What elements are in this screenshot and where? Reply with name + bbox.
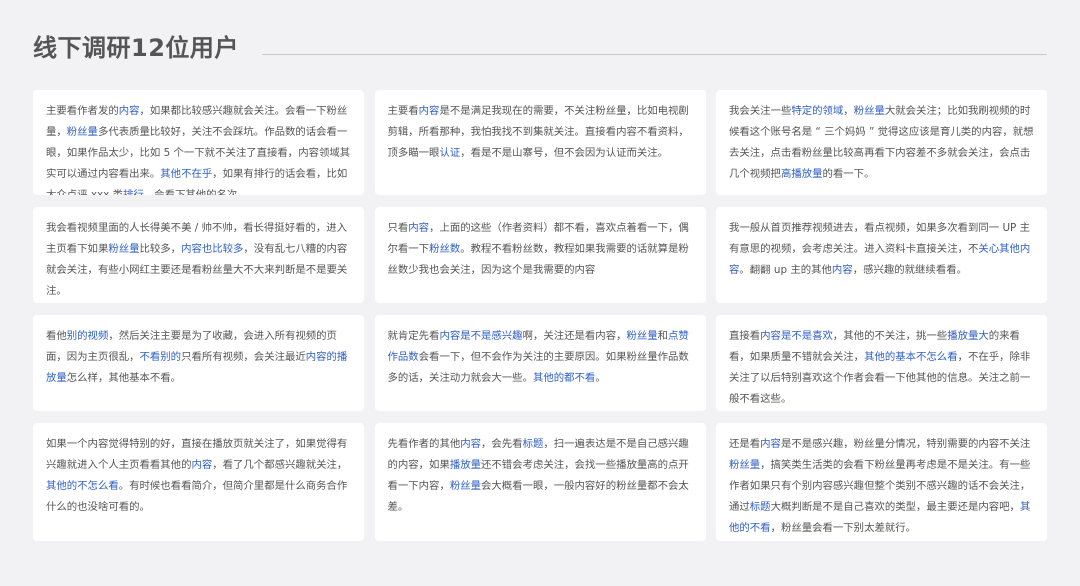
card-text: ，粉丝量会看一下别太差就行。: [770, 522, 917, 534]
highlighted-keyword: 粉丝量: [626, 330, 658, 342]
highlighted-keyword: 播放量: [449, 459, 482, 471]
interview-card: 还是看内容是不是感兴趣，粉丝量分情况，特别需要的内容不关注粉丝量，搞笑类生活类的…: [716, 423, 1047, 541]
highlighted-keyword: 标题: [749, 501, 771, 513]
highlighted-keyword: 粉丝数: [429, 243, 461, 255]
page-title: 线下调研12位用户: [33, 34, 239, 62]
highlighted-keyword: 认证: [439, 147, 461, 159]
card-text: 怎么样，其他基本不看。: [66, 372, 182, 384]
highlighted-keyword: 内容也比较多: [181, 243, 244, 255]
card-text: 只看所有视频，会关注最近: [181, 351, 306, 363]
interview-card: 主要看内容是不是满足我现在的需要，不关注粉丝量，比如电视剧剪辑，所看那种，我怕我…: [374, 90, 706, 195]
highlighted-keyword: 内容: [118, 105, 140, 117]
highlighted-keyword: 粉丝量: [449, 480, 482, 492]
card-text: 还是看: [729, 438, 761, 450]
card-text: 。翻翻 up 主的其他: [739, 264, 832, 276]
highlighted-keyword: 标题: [522, 438, 544, 450]
title-divider: [262, 54, 1047, 55]
interview-card: 就肯定先看内容是不是感兴趣啊，关注还是看内容，粉丝量和点赞作品数会看一下，但不会…: [374, 315, 706, 411]
highlighted-keyword: 内容: [408, 222, 430, 234]
card-text: 大概判断是不是自己喜欢的类型，最主要还是内容吧，: [770, 501, 1020, 513]
card-text: 看他: [46, 330, 67, 342]
card-text: ，会先看: [481, 438, 523, 450]
card-text: 主要看: [387, 105, 419, 117]
interview-card: 我会关注一些特定的领域，粉丝量大就会关注；比如我刷视频的时候看这个账号名是 “ …: [716, 90, 1047, 195]
highlighted-keyword: 内容: [191, 459, 213, 471]
interview-card: 如果一个内容觉得特别的好，直接在播放页就关注了，如果觉得有兴趣就进入个人主页看看…: [33, 423, 364, 541]
card-text: 我会关注一些: [729, 105, 792, 117]
interview-card: 我会看视频里面的人长得美不美 / 帅不帅，看长得挺好看的，进入主页看下如果粉丝量…: [33, 207, 364, 303]
highlighted-keyword: 粉丝量: [729, 459, 761, 471]
card-text: ，感兴趣的就继续看看。: [852, 264, 967, 276]
highlighted-keyword: 内容: [460, 438, 482, 450]
card-text: 是不是感兴趣，粉丝量分情况，特别需要的内容不关注: [780, 438, 1031, 450]
highlighted-keyword: 粉丝量: [108, 243, 140, 255]
highlighted-keyword: 排行: [123, 189, 144, 195]
highlighted-keyword: 粉丝量: [853, 105, 885, 117]
highlighted-keyword: 其他的都不看: [532, 372, 596, 384]
highlighted-keyword: 不看别的: [139, 351, 182, 363]
highlighted-keyword: 内容: [831, 264, 853, 276]
card-text: ，其他的不关注，挑一些: [832, 330, 948, 342]
card-text: ，: [843, 105, 854, 117]
card-text: 先看作者的其他: [387, 438, 461, 450]
highlighted-keyword: 内容是不是喜欢: [760, 330, 833, 342]
highlighted-keyword: 粉丝量: [66, 126, 98, 138]
highlighted-keyword: 内容: [760, 438, 781, 450]
card-text: 啊，关注还是看内容，: [522, 330, 627, 342]
card-text: 主要看作者发的: [46, 105, 119, 117]
highlighted-keyword: 播放量大: [947, 330, 989, 342]
highlighted-keyword: 特定的领域: [791, 105, 844, 117]
card-text: ，会看下其他的名次。: [143, 189, 248, 195]
card-text: 的看一下。: [822, 168, 875, 180]
card-text: 就肯定先看: [387, 330, 440, 342]
highlighted-keyword: 别的视频: [66, 330, 109, 342]
interview-card: 只看内容，上面的这些（作者资料）都不看，喜欢点着看一下，偶尔看一下粉丝数。教程不…: [374, 207, 706, 303]
card-text: ，看了几个都感兴趣就关注，: [212, 459, 348, 471]
card-text: ，看是不是山寨号，但不会因为认证而关注。: [460, 147, 669, 159]
interview-card: 直接看内容是不是喜欢，其他的不关注，挑一些播放量大的来看看，如果质量不错就会关注…: [716, 315, 1047, 411]
card-text: 。: [595, 372, 606, 384]
interview-card: 先看作者的其他内容，会先看标题，扫一遍表达是不是自己感兴趣的内容，如果播放量还不…: [374, 423, 706, 541]
interview-card: 看他别的视频，然后关注主要是为了收藏，会进入所有视频的页面，因为主页很乱，不看别…: [33, 315, 364, 411]
highlighted-keyword: 高播放量: [780, 168, 823, 180]
card-text: 只看: [387, 222, 409, 234]
card-text: 和: [657, 330, 669, 342]
highlighted-keyword: 其他不在乎: [160, 168, 213, 180]
interview-card-grid: 主要看作者发的内容，如果都比较感兴趣就会关注。会看一下粉丝量，粉丝量多代表质量比…: [33, 90, 1047, 541]
interview-card: 主要看作者发的内容，如果都比较感兴趣就会关注。会看一下粉丝量，粉丝量多代表质量比…: [33, 90, 364, 195]
highlighted-keyword: 内容是不是感兴趣: [439, 330, 523, 342]
highlighted-keyword: 内容: [418, 105, 440, 117]
highlighted-keyword: 其他的基本不怎么看: [864, 351, 958, 363]
interview-card: 我一般从首页推荐视频进去，看点视频，如果多次看到同一 UP 主有意思的视频，会考…: [716, 207, 1047, 303]
card-text: 直接看: [729, 330, 761, 342]
highlighted-keyword: 其他的不怎么看: [46, 480, 119, 492]
card-text: 比较多，: [139, 243, 182, 255]
